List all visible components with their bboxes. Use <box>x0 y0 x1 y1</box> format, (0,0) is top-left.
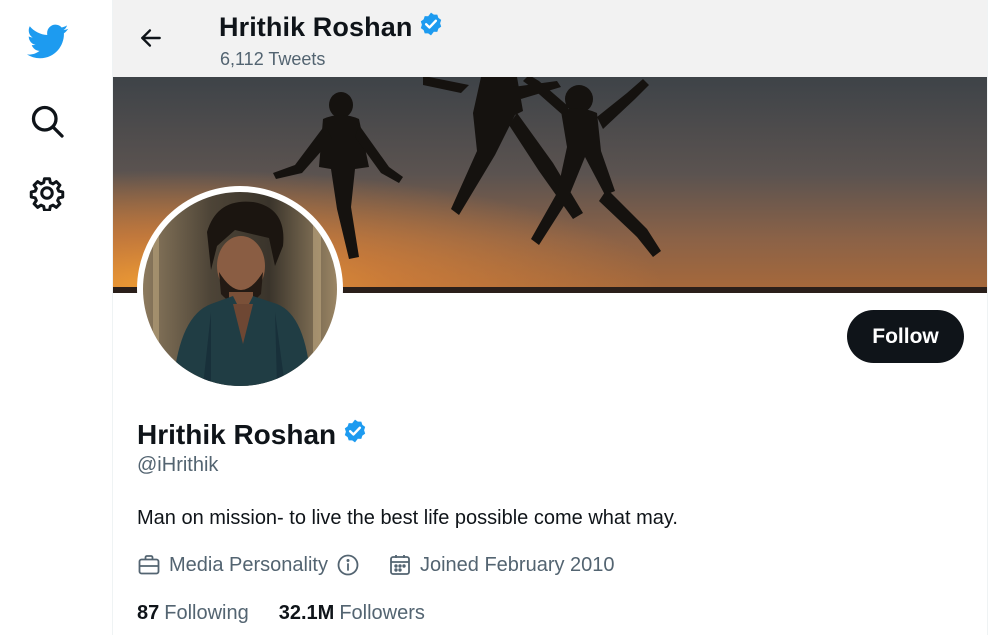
profile-category: Media Personality <box>137 553 360 577</box>
search-icon[interactable] <box>26 100 68 142</box>
follow-button[interactable]: Follow <box>847 310 964 363</box>
following-link[interactable]: 87 Following <box>137 602 249 625</box>
joined-text: Joined February 2010 <box>419 553 615 576</box>
profile-joined-date: Joined February 2010 <box>388 553 615 577</box>
info-circle-icon[interactable] <box>336 553 360 577</box>
sticky-header: Hrithik Roshan 6,112 Tweets <box>113 0 987 77</box>
arrow-left-icon[interactable] <box>133 20 169 56</box>
profile-stats: 87 Following 32.1M Followers <box>137 599 455 627</box>
briefcase-icon <box>137 553 161 577</box>
following-label: Following <box>164 601 249 624</box>
followers-link[interactable]: 32.1M Followers <box>279 602 425 625</box>
tweet-count: 6,112 Tweets <box>220 49 326 69</box>
gear-icon[interactable] <box>26 172 68 214</box>
header-name-text: Hrithik Roshan <box>219 12 413 42</box>
twitter-bird-icon[interactable] <box>22 16 74 68</box>
profile-column: Hrithik Roshan 6,112 Tweets Follow Hrith… <box>112 0 988 635</box>
following-count: 87 <box>137 601 160 624</box>
left-navigation <box>0 0 100 635</box>
calendar-icon <box>388 553 412 577</box>
verified-badge-icon <box>342 418 368 451</box>
profile-meta: Media Personality Joined February 2010 <box>137 550 643 580</box>
twitter-profile-page: Hrithik Roshan 6,112 Tweets Follow Hrith… <box>0 0 1000 635</box>
profile-bio: Man on mission- to live the best life po… <box>137 507 678 529</box>
profile-avatar[interactable] <box>137 186 343 392</box>
followers-count: 32.1M <box>278 601 335 624</box>
profile-name-text: Hrithik Roshan <box>137 418 337 450</box>
profile-handle: @iHrithik <box>137 454 219 476</box>
followers-label: Followers <box>339 601 425 624</box>
category-text: Media Personality <box>169 553 328 576</box>
verified-badge-icon <box>418 11 444 44</box>
profile-name: Hrithik Roshan <box>137 418 368 451</box>
header-profile-name: Hrithik Roshan <box>219 11 444 44</box>
